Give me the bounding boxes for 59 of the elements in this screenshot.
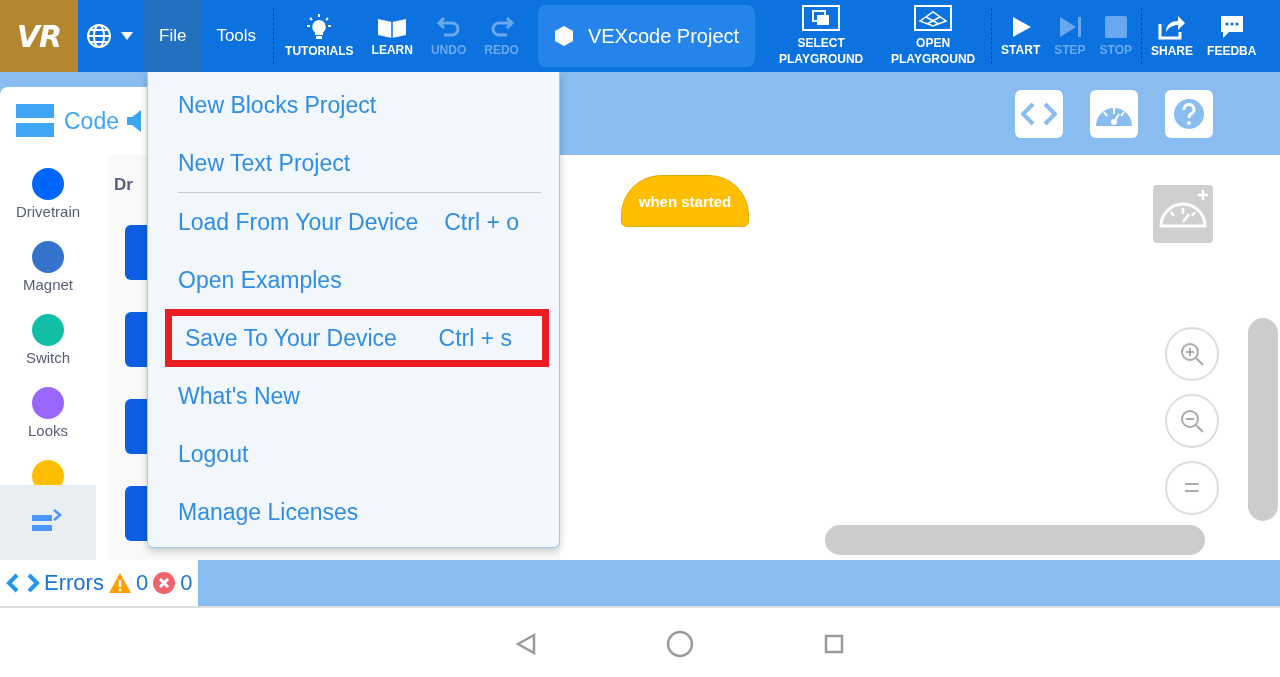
chat-icon — [1218, 14, 1245, 40]
menu-item[interactable]: New Blocks Project — [165, 76, 549, 134]
hexagon-icon — [553, 25, 574, 47]
recent-apps-icon[interactable] — [824, 633, 844, 654]
toolbar-button[interactable]: SHARE — [1144, 0, 1201, 72]
add-dashboard-button[interactable] — [1153, 185, 1213, 243]
code-view-button[interactable] — [1015, 89, 1063, 138]
when-started-block[interactable]: when started — [621, 175, 749, 227]
code-icon — [1021, 101, 1057, 126]
help-button[interactable] — [1165, 89, 1213, 138]
playground-button[interactable]: OPEN PLAYGROUND — [877, 0, 990, 72]
toolbar-button[interactable]: TUTORIALS — [276, 0, 363, 72]
help-icon — [1173, 97, 1205, 130]
playground-icon — [914, 5, 953, 31]
blocks-icon — [14, 102, 56, 140]
zoom-reset-button[interactable]: = — [1165, 461, 1219, 515]
zoom-in-button[interactable] — [1165, 327, 1219, 381]
stop-icon — [1103, 15, 1128, 39]
category-item[interactable]: Switch — [25, 301, 71, 374]
zoom-out-icon — [1179, 408, 1205, 434]
error-icon — [152, 571, 177, 595]
category-item[interactable]: Looks — [28, 374, 68, 447]
menu-item[interactable]: Save To Your Device Ctrl + s — [165, 309, 549, 367]
speaker-icon — [127, 109, 143, 133]
menu-item[interactable]: Logout — [165, 425, 549, 483]
category-item[interactable]: Drivetrain — [15, 155, 81, 228]
zoom-in-icon — [1179, 341, 1205, 367]
menu-button[interactable]: File — [144, 0, 202, 72]
step-icon — [1057, 15, 1082, 39]
home-icon[interactable] — [666, 629, 694, 658]
windows-icon — [802, 5, 841, 31]
menu-item[interactable]: New Text Project — [165, 134, 549, 192]
menu-button[interactable]: Tools — [201, 0, 272, 72]
run-control-button[interactable]: START — [994, 0, 1048, 72]
share-icon — [1158, 14, 1187, 40]
category-item[interactable]: Magnet — [22, 228, 73, 301]
dashboard-button[interactable] — [1090, 89, 1138, 138]
code-icon — [6, 573, 40, 593]
scrollbar[interactable] — [1248, 318, 1278, 521]
caret-icon — [120, 31, 134, 41]
vr-logo[interactable]: VR — [0, 0, 78, 72]
back-icon[interactable] — [516, 632, 536, 655]
globe-icon — [86, 23, 112, 49]
warning-icon — [107, 572, 132, 594]
toolbar-button[interactable]: FEEDBA — [1200, 0, 1264, 72]
menu-item[interactable]: Load From Your Device Ctrl + o — [165, 193, 549, 251]
playground-button[interactable]: SELECT PLAYGROUND — [765, 0, 878, 72]
errors-label[interactable]: Errors — [44, 570, 104, 596]
menu-item[interactable]: What's New — [165, 367, 549, 425]
error-count: 0 — [180, 570, 193, 596]
category-heading: Dr — [114, 175, 134, 195]
undo-icon — [435, 15, 462, 39]
zoom-out-button[interactable] — [1165, 394, 1219, 448]
menu-item[interactable]: Manage Licenses — [165, 483, 549, 541]
menu-item[interactable]: Open Examples — [165, 251, 549, 309]
toolbar-button[interactable]: LEARN — [362, 0, 422, 72]
scrollbar[interactable] — [825, 525, 1205, 555]
warning-count: 0 — [135, 570, 149, 596]
project-name-button[interactable]: VEXcode Project — [537, 5, 756, 67]
